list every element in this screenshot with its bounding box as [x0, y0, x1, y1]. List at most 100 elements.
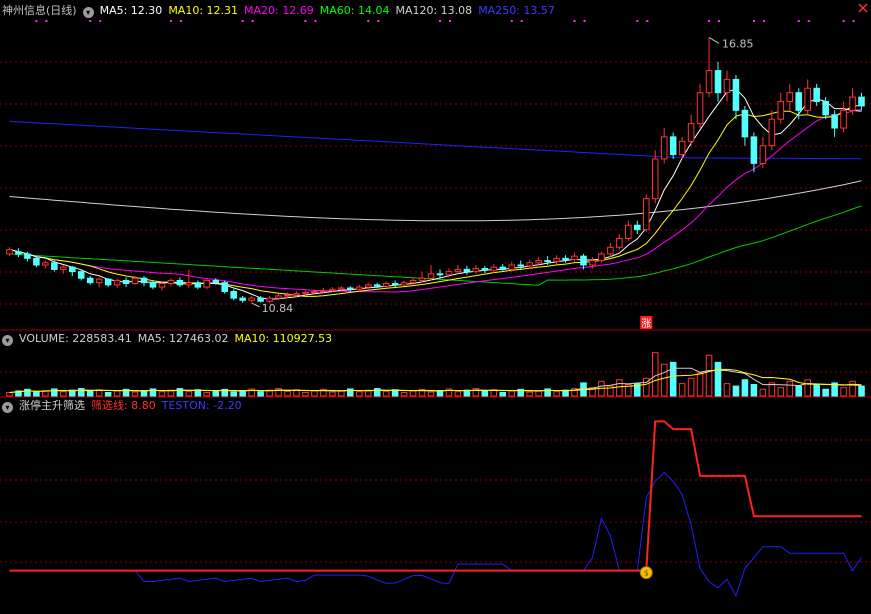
- limit-up-dot: [304, 20, 307, 22]
- candle-body: [212, 279, 220, 284]
- candle-body: [373, 284, 381, 287]
- chevron-down-icon[interactable]: ▾: [82, 7, 94, 18]
- limit-up-dot: [314, 20, 317, 22]
- candle-body: [176, 279, 184, 286]
- candle-body: [329, 288, 336, 292]
- ma20-label: MA20: 12.69: [244, 4, 314, 17]
- candle-body: [445, 271, 453, 276]
- volume-bar: [616, 379, 623, 397]
- volume-bar: [660, 363, 668, 397]
- volume-bar: [24, 388, 31, 397]
- candle-body: [589, 260, 596, 266]
- volume-bar: [382, 390, 390, 397]
- candle-body: [338, 287, 345, 290]
- candle-body: [203, 279, 211, 288]
- candle-body: [418, 277, 426, 281]
- candle-body: [723, 78, 731, 94]
- candle-body: [185, 282, 193, 286]
- candle-body: [741, 109, 749, 138]
- candle-body: [355, 286, 363, 290]
- candle-body: [382, 283, 390, 287]
- limit-up-dot: [583, 20, 586, 22]
- candle-body: [320, 290, 327, 293]
- volume-bar: [508, 390, 516, 397]
- candle-body: [364, 284, 372, 288]
- volume-bar: [481, 390, 489, 397]
- limit-up-dot: [367, 20, 370, 22]
- volume-bar: [33, 391, 40, 397]
- volume-bar: [329, 391, 336, 397]
- chevron-down-icon[interactable]: ▾: [2, 335, 13, 346]
- candle-body: [777, 101, 785, 120]
- limit-up-dot: [179, 20, 182, 22]
- volume-bar: [409, 390, 417, 397]
- candle-body: [750, 136, 758, 164]
- volume-bar: [723, 383, 731, 397]
- candle-body: [140, 277, 148, 284]
- main-legend: 神州信息(日线) ▾ MA5: 12.30 MA10: 12.31 MA20: 12.6…: [2, 3, 561, 19]
- candle-body: [51, 262, 58, 270]
- money-bag-icon-glyph: $: [644, 569, 649, 578]
- candle-body: [669, 136, 677, 156]
- candle-body: [687, 123, 695, 142]
- candle-body: [616, 237, 623, 248]
- candle-body: [436, 273, 444, 276]
- candle-body: [24, 253, 31, 259]
- ma60-line: [9, 205, 862, 286]
- candle-body: [472, 268, 480, 273]
- candle-body: [705, 70, 713, 94]
- limit-up-dot: [251, 20, 254, 22]
- ma250-line: [9, 120, 862, 160]
- candle-body: [822, 101, 829, 116]
- candle-body: [167, 279, 175, 285]
- candle-body: [607, 246, 614, 255]
- chevron-down-icon[interactable]: ▾: [2, 402, 13, 413]
- candle-body: [42, 262, 49, 266]
- stock-chart[interactable]: 16.85 10.84 涨 $: [0, 0, 871, 614]
- limit-up-dot: [636, 20, 639, 22]
- volume-bar: [795, 385, 803, 397]
- volume-bar: [678, 383, 686, 397]
- candle-body: [33, 257, 40, 266]
- limit-up-badge-text: 涨: [641, 318, 651, 330]
- candle-body: [131, 277, 139, 285]
- high-price-label: 16.85: [722, 37, 754, 50]
- candle-body: [113, 279, 121, 286]
- candle-body: [813, 87, 820, 103]
- candle-body: [490, 266, 498, 271]
- candle-body: [347, 287, 354, 290]
- limit-up-dot: [718, 20, 721, 22]
- limit-up-dot: [45, 20, 48, 22]
- candle-body: [400, 282, 408, 286]
- limit-up-dot: [646, 20, 649, 22]
- volume-bar: [705, 354, 713, 397]
- close-icon[interactable]: [858, 3, 868, 13]
- volume-bar: [185, 390, 193, 397]
- ma10-line: [9, 104, 862, 297]
- volume-bar: [777, 387, 785, 397]
- limit-up-dot: [842, 20, 845, 22]
- ma60-label: MA60: 14.04: [319, 4, 390, 17]
- candle-body: [194, 282, 202, 288]
- candle-body: [598, 253, 605, 262]
- candle-body: [571, 255, 578, 261]
- candle-body: [481, 268, 489, 271]
- volume-ma10-label: MA10: 110927.53: [234, 332, 333, 345]
- limit-up-dot: [762, 20, 765, 22]
- ma10-label: MA10: 12.31: [168, 4, 239, 17]
- candle-body: [508, 264, 516, 270]
- candle-body: [427, 273, 435, 279]
- volume-bar: [400, 391, 408, 397]
- limit-up-dot: [807, 20, 810, 22]
- teston-line: [9, 471, 862, 597]
- limit-up-dot: [752, 20, 755, 22]
- candle-body: [526, 262, 533, 267]
- volume-bar: [158, 391, 166, 397]
- candle-body: [86, 277, 94, 284]
- limit-up-dot: [99, 20, 102, 22]
- candle-body: [454, 268, 462, 273]
- ma120-line: [9, 180, 862, 222]
- volume-bar: [499, 391, 507, 397]
- candle-body: [535, 260, 542, 264]
- candle-body: [463, 268, 471, 273]
